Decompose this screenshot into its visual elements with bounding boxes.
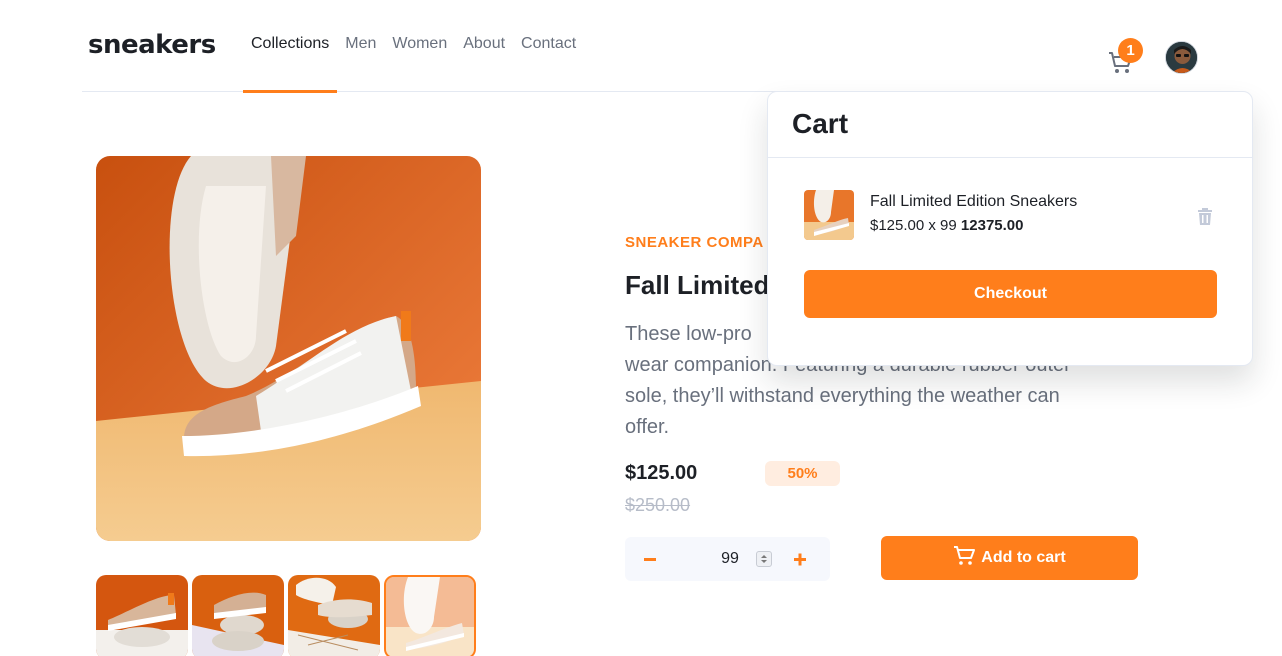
thumbnail-4[interactable] [384, 575, 476, 656]
cart-title: Cart [792, 108, 849, 139]
cart-item-total: 12375.00 [960, 217, 1024, 234]
description-line: sole, they’ll withstand everything the w… [625, 385, 1060, 407]
cart-dropdown: Cart Fall Limited Edition Sneakers $125.… [767, 91, 1253, 366]
thumbnail-strip [96, 575, 476, 656]
original-price: $250.00 [625, 495, 691, 515]
add-to-cart-button[interactable]: Add to cart [881, 536, 1138, 580]
nav-item-men[interactable]: Men [337, 0, 384, 92]
site-header: sneakers Collections Men Women About Con… [82, 0, 1202, 93]
thumbnail-1[interactable] [96, 575, 188, 656]
nav-item-about[interactable]: About [455, 0, 513, 92]
trash-icon[interactable] [1197, 208, 1213, 226]
company-name: SNEAKER COMPA [625, 234, 764, 251]
quantity-stepper [625, 537, 830, 581]
product-main-image[interactable] [96, 156, 481, 541]
add-to-cart-label: Add to cart [981, 549, 1066, 566]
current-price: $125.00 [625, 462, 698, 484]
plus-icon[interactable] [793, 547, 813, 571]
thumbnail-3[interactable] [288, 575, 380, 656]
cart-item-name: Fall Limited Edition Sneakers [870, 193, 1078, 210]
nav-item-collections[interactable]: Collections [243, 0, 338, 93]
logo[interactable]: sneakers [88, 30, 216, 60]
discount-badge: 50% [765, 461, 840, 486]
product-title: Fall Limited [625, 270, 770, 300]
checkout-button[interactable]: Checkout [804, 270, 1217, 318]
nav-item-women[interactable]: Women [384, 0, 455, 92]
cart-item-thumbnail [804, 190, 854, 240]
main-nav: Collections Men Women About Contact [243, 0, 584, 93]
user-avatar[interactable] [1165, 41, 1198, 74]
minus-icon[interactable] [643, 547, 663, 571]
cart-item-unit-price: $125.00 x 99 [870, 217, 957, 234]
cart-item-calc: $125.00 x 99 12375.00 [870, 217, 1024, 234]
divider [768, 157, 1252, 158]
cart-icon [953, 545, 976, 571]
cart-count-badge: 1 [1118, 38, 1143, 63]
spin-arrows-icon[interactable] [756, 551, 772, 567]
nav-item-contact[interactable]: Contact [513, 0, 584, 92]
description-line: offer. [625, 416, 670, 438]
thumbnail-2[interactable] [192, 575, 284, 656]
